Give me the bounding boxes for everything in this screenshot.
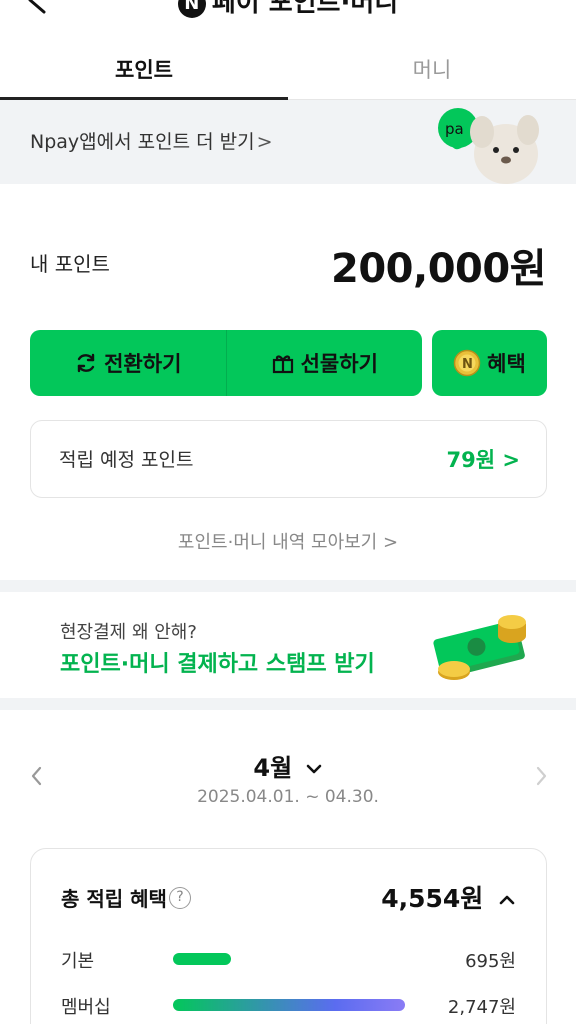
refresh-icon [77,353,95,373]
gift-icon [272,355,293,374]
month-selector[interactable]: 4월 [0,748,576,783]
membership-label: 멤버십 [61,997,111,1018]
money-coins-illustration [433,615,526,680]
convert-button[interactable]: 전환하기 [30,330,226,396]
section-divider [0,580,576,592]
section-divider [0,698,576,710]
membership-bar [173,999,405,1011]
expected-points-value: 79원 > [446,448,520,472]
npay-coin-icon: N [453,349,481,377]
chevron-down-icon [306,764,321,774]
banner-badge-text: pa [445,120,464,138]
banner-text: Npay앱에서 포인트 더 받기 > [30,131,273,153]
points-action-group: 전환하기 선물하기 [30,330,422,396]
basic-bar [173,953,231,965]
svg-text:N: N [462,357,473,372]
chevron-up-icon [499,895,515,905]
expected-points-card[interactable]: 적립 예정 포인트 79원 > [30,420,547,498]
chevron-right-icon: > [256,131,273,153]
tab-bar: 포인트 머니 [0,40,576,100]
basic-label: 기본 [61,951,95,972]
history-link[interactable]: 포인트·머니 내역 모아보기 > [0,528,576,554]
npay-logo-icon: N [177,0,206,18]
app-header: N 페이 포인트·머니 [0,0,576,18]
total-benefit-card: 총 적립 혜택 ? 4,554원 기본 695원 멤버십 2,747원 [30,848,547,1024]
total-benefit-label: 총 적립 혜택 [61,887,167,911]
tab-money[interactable]: 머니 [288,40,576,99]
my-points-value: 200,000원 [331,246,547,292]
expected-points-label: 적립 예정 포인트 [59,449,194,471]
basic-value: 695원 [465,951,516,972]
my-points-label: 내 포인트 [30,252,110,276]
month-date-range: 2025.04.01. ~ 04.30. [197,787,379,807]
stamp-promo-title[interactable]: 포인트·머니 결제하고 스탬프 받기 [60,646,375,678]
total-benefit-value[interactable]: 4,554원 [381,879,516,915]
gift-button[interactable]: 선물하기 [227,330,423,396]
mascot-illustration: pa [438,108,539,184]
tab-points[interactable]: 포인트 [0,40,288,100]
chevron-right-icon[interactable] [532,765,550,787]
page-title: N 페이 포인트·머니 [0,0,576,19]
stamp-promo-subtitle: 현장결제 왜 안해? [60,622,197,643]
benefit-button[interactable]: N 혜택 [432,330,547,396]
help-icon[interactable]: ? [169,887,191,909]
promo-banner[interactable]: Npay앱에서 포인트 더 받기 > pa [0,100,576,184]
membership-value: 2,747원 [447,997,516,1018]
